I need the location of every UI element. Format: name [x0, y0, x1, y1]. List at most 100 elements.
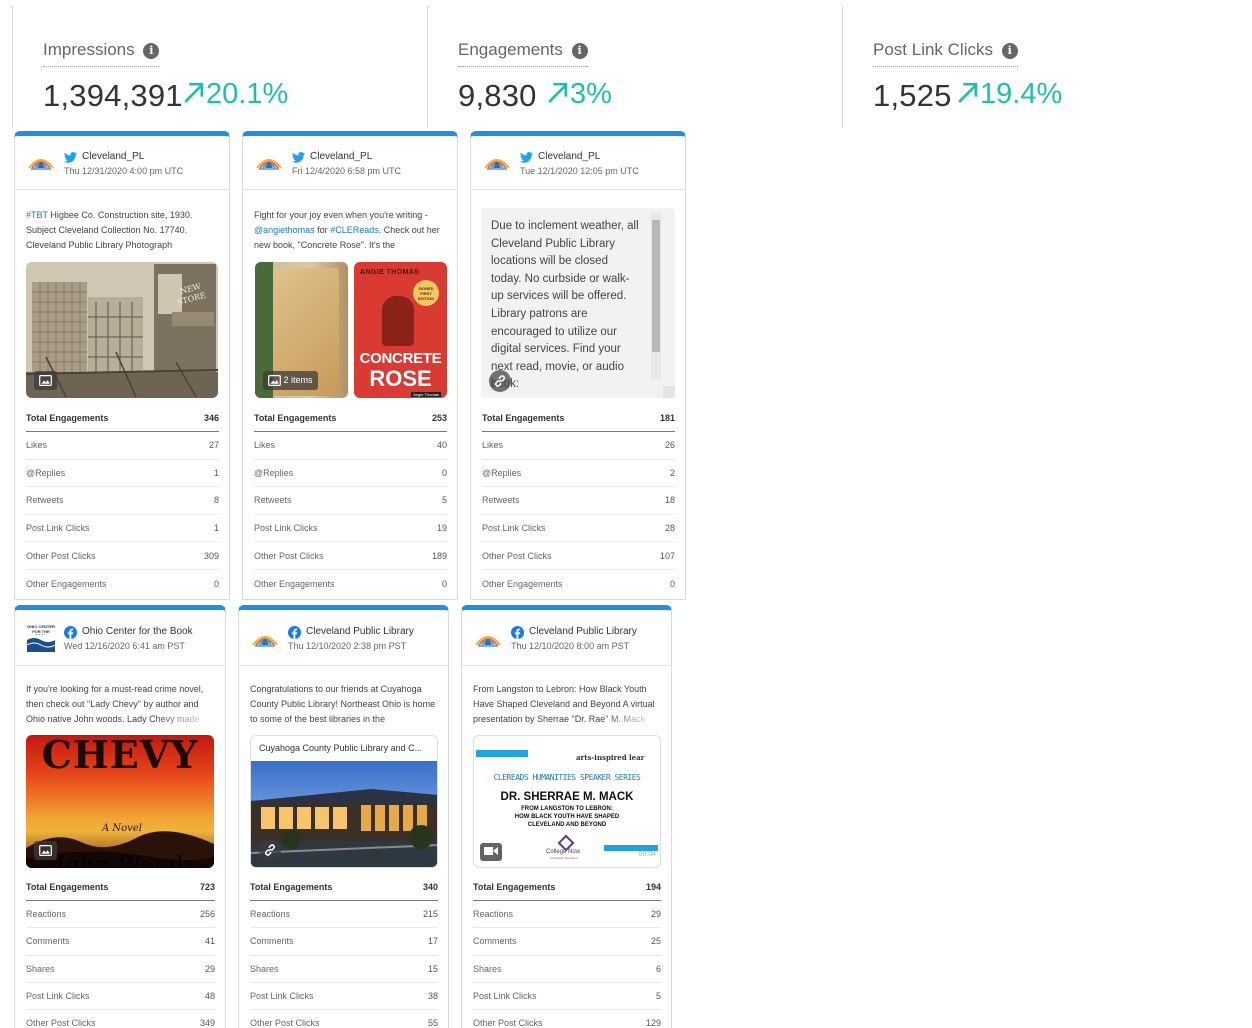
stat-value: 194: [645, 882, 661, 893]
video-line-3: CLEVELAND AND BEYOND: [527, 822, 607, 828]
facebook-icon: [64, 626, 77, 639]
stat-label: Post Link Clicks: [26, 990, 90, 1001]
info-icon[interactable]: i: [1001, 43, 1018, 59]
account-name[interactable]: Cleveland Public Library: [306, 626, 414, 637]
stat-row-total: Total Engagements 181: [482, 404, 675, 432]
stat-value: 256: [199, 909, 215, 920]
info-icon[interactable]: i: [571, 43, 588, 59]
post-image[interactable]: CHEVY A Novel John Woods: [26, 735, 214, 868]
gallery-image-2[interactable]: ANGIE THOMAS SIGNED FIRST EDITION CONCRE…: [354, 262, 447, 398]
video-stripe-top: [476, 750, 528, 757]
stat-row-total: Total Engagements 253: [254, 404, 447, 432]
stats-table: Total Engagements 723 Reactions 256 Commen…: [26, 874, 215, 1028]
post-text: Fight for your joy even when you're writ…: [254, 208, 447, 254]
facebook-icon: [288, 626, 301, 639]
account-name[interactable]: Cleveland_PL: [82, 151, 144, 162]
scrollbar-thumb[interactable]: [652, 220, 660, 352]
post-video[interactable]: arts-inspired lear CLEREADS HUMANITIES S…: [473, 735, 661, 868]
account-name[interactable]: Cleveland Public Library: [529, 626, 637, 637]
account-name[interactable]: Cleveland_PL: [538, 151, 600, 162]
stat-label: Reactions: [26, 909, 67, 920]
post-card[interactable]: Cleveland Public Library Thu 12/10/2020 …: [238, 605, 449, 1028]
post-text-body: Higbee Co. Construction site, 1930. Subj…: [26, 210, 193, 250]
mention[interactable]: @angiethomas: [254, 225, 315, 235]
stat-label: Likes: [26, 440, 48, 451]
account-name[interactable]: Cleveland_PL: [310, 151, 372, 162]
stat-label: @Replies: [482, 467, 522, 478]
stat-value: 55: [427, 1018, 438, 1028]
stat-label: Post Link Clicks: [250, 990, 314, 1001]
stats-table: Total Engagements 194 Reactions 29 Comment…: [473, 874, 661, 1028]
kpi-label-text: Engagements: [458, 40, 563, 59]
kpi-change: 19.4%: [955, 78, 1062, 111]
kpi-label-text: Impressions: [43, 40, 135, 59]
stat-value: 8: [213, 495, 219, 506]
partner-name: College Now: [546, 849, 581, 855]
stat-label: Comments: [250, 936, 294, 947]
gallery-image-1[interactable]: 2 items: [255, 262, 348, 398]
post-image[interactable]: NEW STORE: [26, 262, 218, 398]
stat-label: Other Post Clicks: [26, 550, 96, 561]
stat-row: Post Link Clicks 48: [26, 983, 215, 1010]
link-preview[interactable]: Cuyahoga County Public Library and C...: [250, 735, 438, 868]
post-header: Cleveland Public Library Thu 12/10/2020 …: [239, 610, 448, 666]
post-text-body: If you're looking for a must-read crime …: [26, 684, 204, 724]
stat-label: Total Engagements: [254, 412, 337, 423]
kpi-label[interactable]: Impressions i: [43, 40, 160, 67]
image-icon: [39, 375, 52, 386]
stat-row: Reactions 215: [250, 901, 438, 929]
stat-label: Reactions: [250, 909, 291, 920]
stat-label: @Replies: [254, 467, 294, 478]
video-series: CLEREADS HUMANITIES SPEAKER SERIES: [493, 773, 641, 782]
kpi-label[interactable]: Engagements i: [458, 40, 588, 67]
stat-value: 1: [213, 523, 219, 534]
book-figure: [382, 296, 414, 346]
post-text-scrollbox[interactable]: Due to inclement weather, all Cleveland …: [481, 208, 675, 398]
image-badge: 2 items: [263, 371, 318, 390]
account-name[interactable]: Ohio Center for the Book: [82, 626, 193, 637]
stat-row: Post Link Clicks 38: [250, 983, 438, 1010]
post-gallery[interactable]: 2 items ANGIE THOMAS SIGNED FIRST EDITIO…: [255, 262, 447, 398]
stat-label: Shares: [473, 963, 502, 974]
stat-row: Other Post Clicks 129: [473, 1010, 661, 1028]
stat-label: Other Engagements: [254, 578, 335, 589]
video-line-2: HOW BLACK YOUTH HAVE SHAPED: [514, 814, 620, 820]
post-text-body: Fight for your joy even when you're writ…: [254, 210, 428, 220]
stat-value: 5: [655, 990, 661, 1001]
stat-label: Other Engagements: [482, 578, 563, 589]
post-card[interactable]: Cleveland_PL Fri 12/4/2020 6:58 pm UTC F…: [242, 131, 458, 600]
book-title-2: ROSE: [369, 366, 432, 391]
kpi-label[interactable]: Post Link Clicks i: [873, 40, 1018, 67]
stat-label: Other Post Clicks: [254, 550, 324, 561]
avatar-text: OHIO CENTER FOR THE BOOK: [27, 625, 55, 635]
post-card[interactable]: Cleveland Public Library Thu 12/10/2020 …: [461, 605, 672, 1028]
hashtag[interactable]: #CLEReads: [330, 225, 379, 235]
stat-label: Retweets: [254, 495, 292, 506]
twitter-icon: [64, 151, 77, 164]
stat-value: 5: [441, 495, 447, 506]
kpi-value: 9,830: [458, 78, 537, 113]
video-line-1: FROM LANGSTON TO LEBRON:: [521, 806, 613, 812]
post-card[interactable]: Cleveland_PL Thu 12/31/2020 4:00 pm UTC …: [14, 131, 230, 600]
video-tagline: arts-inspired lear: [576, 753, 645, 762]
stat-row: Post Link Clicks 1: [26, 515, 219, 543]
scrollbar[interactable]: [651, 212, 661, 380]
stat-row: @Replies 0: [254, 460, 447, 488]
stat-row: Other Post Clicks 349: [26, 1010, 215, 1028]
post-card[interactable]: Cleveland_PL Tue 12/1/2020 12:05 pm UTC …: [470, 131, 686, 600]
stat-label: Total Engagements: [482, 412, 565, 423]
stat-row-total: Total Engagements 723: [26, 874, 215, 902]
arrow-up-right-icon: [545, 80, 570, 105]
kpi-change-value: 3%: [570, 78, 612, 110]
link-title: Cuyahoga County Public Library and C...: [259, 743, 423, 753]
stat-value: 25: [650, 936, 661, 947]
hashtag[interactable]: #TBT: [26, 210, 48, 220]
info-icon[interactable]: i: [143, 43, 160, 59]
kpi-engagements: Engagements i 9,830 3%: [427, 6, 841, 128]
stat-value: 40: [436, 440, 447, 451]
stat-value: 6: [655, 963, 661, 974]
avatar: [483, 150, 511, 172]
stat-value: 19: [436, 523, 447, 534]
stat-label: Reactions: [473, 909, 514, 920]
post-card[interactable]: OHIO CENTER FOR THE BOOK Ohio Center for…: [14, 605, 226, 1028]
